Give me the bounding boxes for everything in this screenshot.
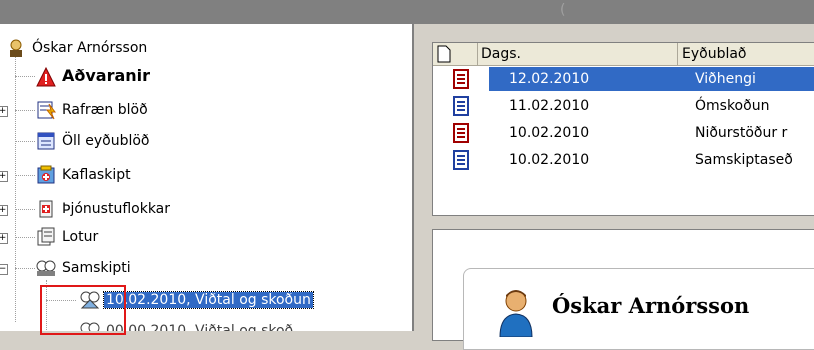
tree-item-warnings[interactable]: Aðvaranir (36, 65, 152, 87)
all-forms-icon (36, 131, 56, 151)
tree-item-label: Lotur (62, 229, 99, 245)
document-icon (437, 45, 451, 67)
tree-line (15, 76, 35, 77)
service-categories-icon (36, 199, 56, 219)
document-blue-icon (453, 96, 469, 116)
tree-item-sessions[interactable]: Lotur (36, 226, 100, 248)
document-panel: Dags. Eyðublað 12.02.2010 Viðhengi 11.02… (414, 24, 814, 350)
expand-toggle[interactable]: + (0, 106, 8, 117)
tree-line (15, 237, 35, 238)
patient-card: Óskar Arnórsson (463, 268, 814, 350)
tree-item-electronic-forms[interactable]: Rafræn blöð (36, 99, 150, 121)
tree-line (15, 141, 35, 142)
tree-item-label: Rafræn blöð (62, 102, 148, 118)
column-header-date[interactable]: Dags. (477, 43, 678, 65)
window-title: ( (560, 2, 566, 18)
expand-toggle[interactable]: + (0, 205, 8, 216)
communications-icon (36, 258, 56, 278)
document-red-icon (453, 123, 469, 143)
tree-item-sections[interactable]: Kaflaskipt (36, 164, 133, 186)
tree-item-label: Aðvaranir (62, 66, 151, 85)
document-row[interactable]: 11.02.2010 Ómskoðun (433, 94, 814, 118)
electronic-forms-icon (36, 100, 56, 120)
tree-item-label: Samskipti (62, 260, 131, 276)
document-blue-icon (453, 150, 469, 170)
row-form: Ómskoðun (695, 98, 770, 114)
tree-item-all-forms[interactable]: Öll eyðublöð (36, 130, 152, 152)
patient-name: Óskar Arnórsson (552, 293, 750, 318)
tree-line (15, 42, 16, 322)
patient-avatar-icon (496, 287, 536, 338)
tree-line (15, 268, 35, 269)
sessions-icon (36, 227, 56, 247)
tree-item-label: Kaflaskipt (62, 167, 131, 183)
sections-icon (36, 165, 56, 185)
tree-root-patient[interactable]: Óskar Arnórsson (6, 37, 149, 59)
column-header-type[interactable] (433, 43, 478, 65)
patient-detail-frame: Óskar Arnórsson (432, 229, 814, 350)
patient-icon (6, 38, 26, 58)
document-row[interactable]: 10.02.2010 Niðurstöður r (433, 121, 814, 145)
document-list: Dags. Eyðublað 12.02.2010 Viðhengi 11.02… (432, 42, 814, 216)
tree-root-label: Óskar Arnórsson (32, 40, 148, 56)
warning-icon (36, 66, 56, 87)
tree-item-label: Öll eyðublöð (62, 133, 150, 149)
tree-line (15, 110, 35, 111)
row-form: Viðhengi (689, 67, 814, 91)
tree-item-communications[interactable]: Samskipti (36, 257, 133, 279)
collapse-toggle[interactable]: − (0, 264, 8, 275)
document-red-icon (453, 69, 469, 89)
document-row[interactable]: 10.02.2010 Samskiptaseð (433, 148, 814, 172)
row-date: 12.02.2010 (489, 67, 689, 91)
tree-line (15, 209, 35, 210)
row-date: 10.02.2010 (509, 152, 590, 168)
column-header-form[interactable]: Eyðublað (678, 43, 814, 65)
list-header: Dags. Eyðublað (433, 43, 814, 66)
row-date: 11.02.2010 (509, 98, 590, 114)
tree-item-label: Þjónustuflokkar (62, 201, 171, 217)
row-form: Niðurstöður r (695, 125, 788, 141)
tree-item-label: 00.00.2010, Viðtal og skoð (106, 323, 294, 331)
tree-item-label: 10.02.2010, Viðtal og skoðun (103, 291, 314, 309)
row-date: 10.02.2010 (509, 125, 590, 141)
highlight-box (40, 285, 126, 335)
document-row[interactable]: 12.02.2010 Viðhengi (433, 67, 814, 91)
expand-toggle[interactable]: + (0, 233, 8, 244)
row-form: Samskiptaseð (695, 152, 793, 168)
expand-toggle[interactable]: + (0, 171, 8, 182)
tree-line (15, 175, 35, 176)
window-titlebar: ( (0, 0, 814, 24)
tree-item-service-categories[interactable]: Þjónustuflokkar (36, 198, 172, 220)
